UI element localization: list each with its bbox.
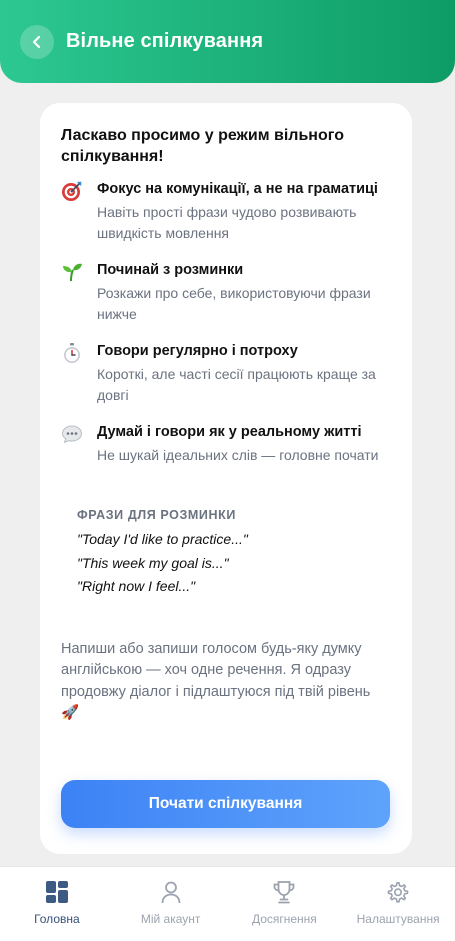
tip-title: Починай з розминки	[97, 262, 244, 278]
chevron-left-icon	[32, 35, 41, 48]
tab-label: Головна	[34, 912, 80, 926]
tip-description: Короткі, але часті сесії працюють краще …	[97, 366, 376, 403]
warmup-phrases: ФРАЗИ ДЛЯ РОЗМИНКИ "Today I'd like to pr…	[61, 482, 392, 599]
stopwatch-icon	[61, 341, 97, 406]
seedling-icon	[61, 260, 97, 325]
tip-item: Фокус на комунікації, а не на граматиці …	[61, 179, 392, 244]
user-icon	[159, 879, 183, 905]
trophy-icon	[272, 879, 296, 905]
invite-text: Напиши або запиши голосом будь-яку думку…	[61, 640, 371, 722]
bottom-tab-bar: Головна Мій акаунт Досягнення Налаштуван…	[0, 866, 455, 941]
start-conversation-button[interactable]: Почати спілкування	[61, 780, 390, 828]
welcome-title: Ласкаво просимо у режим вільного спілкув…	[61, 127, 344, 165]
tab-account[interactable]: Мій акаунт	[114, 867, 228, 941]
back-button[interactable]	[20, 24, 54, 59]
tip-description: Не шукай ідеальних слів — головне почати	[97, 447, 379, 463]
page-title: Вільне спілкування	[66, 30, 264, 52]
tab-settings[interactable]: Налаштування	[341, 867, 455, 941]
welcome-card: Ласкаво просимо у режим вільного спілкув…	[40, 103, 412, 854]
tab-label: Досягнення	[251, 912, 317, 926]
target-icon	[61, 179, 97, 244]
home-grid-icon	[45, 879, 69, 905]
tab-achievements[interactable]: Досягнення	[228, 867, 342, 941]
tip-item: Говори регулярно і потроху Короткі, але …	[61, 341, 392, 406]
header-bar: Вільне спілкування	[0, 0, 455, 83]
tab-home[interactable]: Головна	[0, 867, 114, 941]
tab-label: Налаштування	[356, 912, 440, 926]
tip-item: Думай і говори як у реальному житті Не ш…	[61, 422, 392, 466]
tip-title: Говори регулярно і потроху	[97, 343, 298, 359]
tip-title: Фокус на комунікації, а не на граматиці	[97, 181, 378, 197]
warmup-phrase: "Right now I feel..."	[77, 578, 196, 594]
tip-description: Розкажи про себе, використовуючи фрази н…	[97, 285, 371, 322]
tip-item: Починай з розминки Розкажи про себе, вик…	[61, 260, 392, 325]
tip-description: Навіть прості фрази чудово розвивають шв…	[97, 204, 357, 241]
warmup-phrase: "Today I'd like to practice..."	[77, 531, 248, 547]
tip-title: Думай і говори як у реальному житті	[97, 424, 362, 440]
warmup-phrases-title: ФРАЗИ ДЛЯ РОЗМИНКИ	[77, 508, 236, 522]
speech-bubble-icon	[61, 422, 97, 466]
warmup-phrase: "This week my goal is..."	[77, 554, 229, 571]
gear-icon	[386, 879, 410, 905]
tab-label: Мій акаунт	[140, 912, 201, 926]
